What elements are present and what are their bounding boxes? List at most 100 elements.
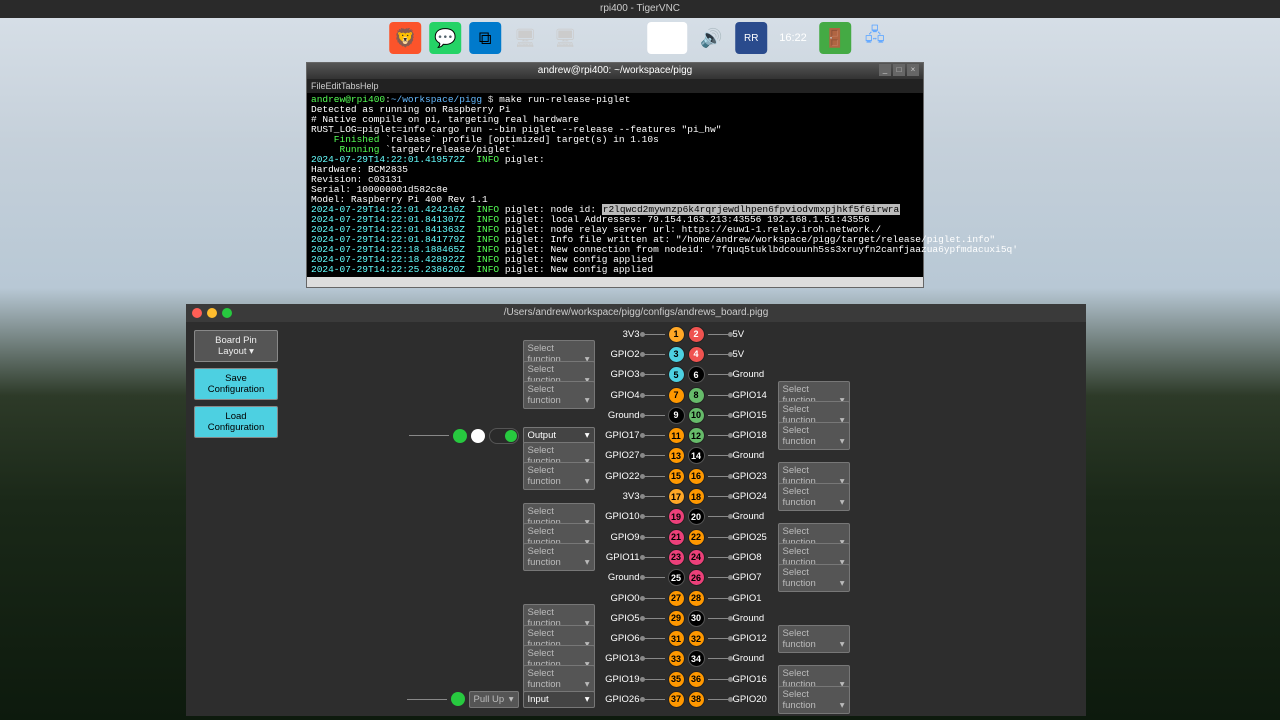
function-select[interactable]: Select function	[523, 462, 595, 490]
pin[interactable]: 6	[688, 366, 705, 383]
waveform	[407, 692, 447, 706]
terminal-menubar[interactable]: FileEditTabsHelp	[307, 79, 923, 93]
wire	[643, 699, 665, 700]
pin[interactable]: 33	[668, 650, 685, 667]
pin[interactable]: 9	[668, 407, 685, 424]
pin[interactable]: 12	[688, 427, 705, 444]
pin[interactable]: 20	[688, 508, 705, 525]
pin[interactable]: 19	[668, 508, 685, 525]
save-button[interactable]: Save Configuration	[194, 368, 278, 400]
pull-select[interactable]: Pull Up	[469, 691, 519, 708]
pin-label-right: Ground	[733, 653, 775, 664]
display-icon[interactable]: 🖥	[509, 22, 541, 54]
pin[interactable]: 3	[668, 346, 685, 363]
board-window[interactable]: /Users/andrew/workspace/pigg/configs/and…	[186, 304, 1086, 716]
pin[interactable]: 37	[668, 691, 685, 708]
wire	[708, 354, 730, 355]
pin[interactable]: 7	[668, 387, 685, 404]
minimize-icon[interactable]	[207, 308, 217, 318]
function-select[interactable]: Input	[523, 691, 595, 708]
wire	[643, 618, 665, 619]
pin[interactable]: 21	[668, 529, 685, 546]
terminal-titlebar[interactable]: andrew@rpi400: ~/workspace/pigg _ □ ×	[307, 63, 923, 79]
pin[interactable]: 27	[668, 590, 685, 607]
pin[interactable]: 8	[688, 387, 705, 404]
pin-label-right: GPIO24	[733, 491, 775, 502]
pin[interactable]: 29	[668, 610, 685, 627]
pin-label-left: GPIO0	[598, 593, 640, 604]
pin[interactable]: 16	[688, 468, 705, 485]
layout-dropdown[interactable]: Board Pin Layout	[194, 330, 278, 362]
exit-icon[interactable]: 🚪	[819, 22, 851, 54]
pin[interactable]: 23	[668, 549, 685, 566]
toggle-switch[interactable]	[489, 428, 519, 444]
wire	[643, 577, 665, 578]
pin-label-left: GPIO27	[598, 450, 640, 461]
close-icon[interactable]	[192, 308, 202, 318]
pin[interactable]: 11	[668, 427, 685, 444]
minimize-button[interactable]: _	[879, 64, 891, 76]
function-select[interactable]: Select function	[523, 381, 595, 409]
screens-icon[interactable]: 🖥	[549, 22, 581, 54]
function-select[interactable]: Select function	[778, 625, 850, 653]
load-button[interactable]: Load Configuration	[194, 406, 278, 438]
pin[interactable]: 1	[668, 326, 685, 343]
wire	[708, 334, 730, 335]
function-select[interactable]: Select function	[778, 483, 850, 511]
function-select[interactable]: Select function	[778, 564, 850, 592]
pin[interactable]: 34	[688, 650, 705, 667]
window-preview[interactable]	[647, 22, 687, 54]
pin[interactable]: 26	[688, 569, 705, 586]
pin[interactable]: 2	[688, 326, 705, 343]
pin[interactable]: 31	[668, 630, 685, 647]
board-sidebar: Board Pin Layout Save Configuration Load…	[186, 322, 286, 716]
pin[interactable]: 5	[668, 366, 685, 383]
network-icon[interactable]: 🖧	[859, 22, 891, 54]
function-select[interactable]: Select function	[778, 422, 850, 450]
wire	[643, 658, 665, 659]
terminal-content[interactable]: andrew@rpi400:~/workspace/pigg $ make ru…	[307, 93, 923, 277]
pin-label-left: GPIO19	[598, 674, 640, 685]
volume-icon[interactable]: 🔊	[695, 22, 727, 54]
pin[interactable]: 4	[688, 346, 705, 363]
terminal-window[interactable]: andrew@rpi400: ~/workspace/pigg _ □ × Fi…	[306, 62, 924, 288]
pin-label-left: GPIO26	[598, 694, 640, 705]
pin-label-left: Ground	[598, 410, 640, 421]
pin[interactable]: 22	[688, 529, 705, 546]
zoom-icon[interactable]	[222, 308, 232, 318]
pin[interactable]: 17	[668, 488, 685, 505]
wire	[708, 455, 730, 456]
brave-icon[interactable]: 🦁	[389, 22, 421, 54]
pin[interactable]: 13	[668, 447, 685, 464]
wire	[708, 415, 730, 416]
function-select[interactable]: Select function	[523, 543, 595, 571]
pin[interactable]: 15	[668, 468, 685, 485]
taskbar: 🦁 💬 ⧉ 🖥 🖥 🔊 RR 16:22 🚪 🖧	[379, 18, 901, 58]
pin[interactable]: 32	[688, 630, 705, 647]
pin[interactable]: 35	[668, 671, 685, 688]
close-button[interactable]: ×	[907, 64, 919, 76]
pin[interactable]: 30	[688, 610, 705, 627]
pin[interactable]: 36	[688, 671, 705, 688]
pin-label-right: GPIO16	[733, 674, 775, 685]
wire	[708, 679, 730, 680]
pin[interactable]: 18	[688, 488, 705, 505]
function-select[interactable]: Select function	[778, 686, 850, 714]
rustrover-icon[interactable]: RR	[735, 22, 767, 54]
pin[interactable]: 28	[688, 590, 705, 607]
pin[interactable]: 14	[688, 447, 705, 464]
pin[interactable]: 38	[688, 691, 705, 708]
traffic-lights[interactable]	[192, 308, 232, 318]
maximize-button[interactable]: □	[893, 64, 905, 76]
pin[interactable]: 24	[688, 549, 705, 566]
pin[interactable]: 25	[668, 569, 685, 586]
board-title: /Users/andrew/workspace/pigg/configs/and…	[504, 307, 769, 318]
terminal-scrollbar[interactable]	[307, 277, 923, 287]
pin-label-right: Ground	[733, 369, 775, 380]
wire	[643, 415, 665, 416]
pin[interactable]: 10	[688, 407, 705, 424]
whatsapp-icon[interactable]: 💬	[429, 22, 461, 54]
vscode-icon[interactable]: ⧉	[469, 22, 501, 54]
function-select[interactable]: Select function	[523, 665, 595, 693]
board-titlebar[interactable]: /Users/andrew/workspace/pigg/configs/and…	[186, 304, 1086, 322]
